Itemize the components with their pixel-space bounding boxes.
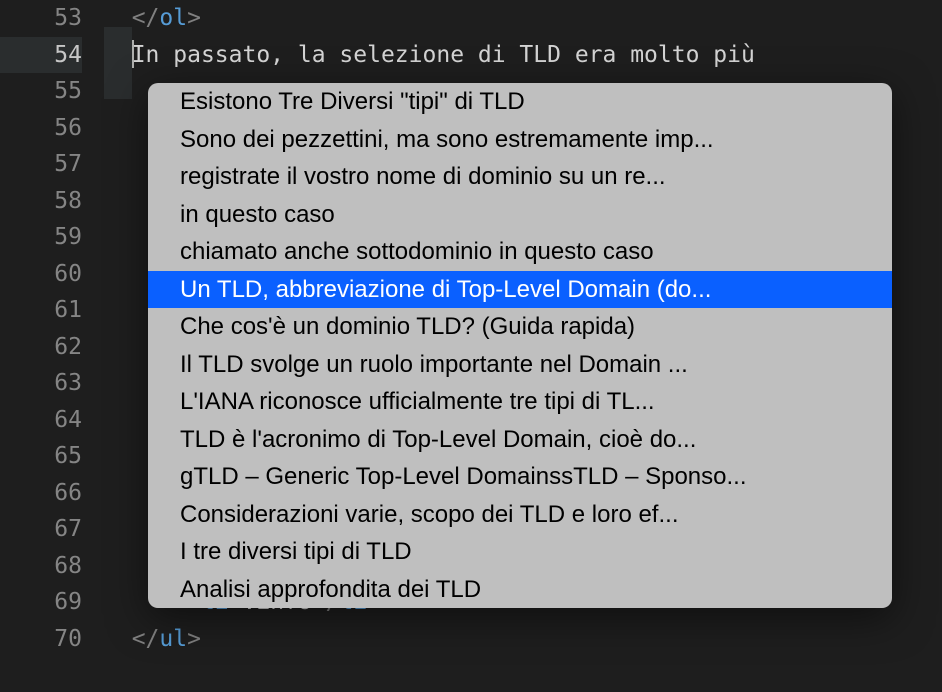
autocomplete-item[interactable]: Che cos'è un dominio TLD? (Guida rapida) xyxy=(148,308,892,346)
line-number: 66 xyxy=(0,475,82,512)
line-number: 63 xyxy=(0,365,82,402)
line-number-gutter: 535455565758596061626364656667686970 xyxy=(0,0,104,692)
line-number: 68 xyxy=(0,548,82,585)
autocomplete-item[interactable]: registrate il vostro nome di dominio su … xyxy=(148,158,892,196)
autocomplete-item[interactable]: I tre diversi tipi di TLD xyxy=(148,533,892,571)
code-line[interactable]: </ol> xyxy=(104,0,942,37)
autocomplete-item[interactable]: Il TLD svolge un ruolo importante nel Do… xyxy=(148,346,892,384)
line-number: 61 xyxy=(0,292,82,329)
line-number: 64 xyxy=(0,402,82,439)
autocomplete-item[interactable]: L'IANA riconosce ufficialmente tre tipi … xyxy=(148,383,892,421)
code-token: ul xyxy=(159,626,187,652)
line-number: 70 xyxy=(0,621,82,658)
code-line[interactable]: In passato, la selezione di TLD era molt… xyxy=(104,37,942,74)
code-token: > xyxy=(187,626,201,652)
line-number: 57 xyxy=(0,146,82,183)
autocomplete-item[interactable]: TLD è l'acronimo di Top-Level Domain, ci… xyxy=(148,421,892,459)
autocomplete-item[interactable]: Considerazioni varie, scopo dei TLD e lo… xyxy=(148,496,892,534)
code-token: </ xyxy=(104,5,159,31)
line-number: 60 xyxy=(0,256,82,293)
autocomplete-item[interactable]: Analisi approfondita dei TLD xyxy=(148,571,892,609)
code-token xyxy=(104,626,132,652)
line-number: 65 xyxy=(0,438,82,475)
line-number: 67 xyxy=(0,511,82,548)
autocomplete-item[interactable]: Un TLD, abbreviazione di Top-Level Domai… xyxy=(148,271,892,309)
code-token xyxy=(104,42,132,68)
autocomplete-item[interactable]: chiamato anche sottodominio in questo ca… xyxy=(148,233,892,271)
autocomplete-item[interactable]: Esistono Tre Diversi "tipi" di TLD xyxy=(148,83,892,121)
code-line[interactable]: </ul> xyxy=(104,621,942,658)
code-token: In passato, la selezione di TLD era molt… xyxy=(132,42,755,68)
autocomplete-item[interactable]: gTLD – Generic Top-Level DomainssTLD – S… xyxy=(148,458,892,496)
autocomplete-item[interactable]: Sono dei pezzettini, ma sono estremament… xyxy=(148,121,892,159)
code-token: ol xyxy=(159,5,187,31)
line-number: 69 xyxy=(0,584,82,621)
line-number: 58 xyxy=(0,183,82,220)
line-number: 55 xyxy=(0,73,82,110)
line-number: 54 xyxy=(0,37,82,74)
autocomplete-popup[interactable]: Esistono Tre Diversi "tipi" di TLDSono d… xyxy=(148,83,892,608)
code-token: > xyxy=(187,5,201,31)
line-number: 59 xyxy=(0,219,82,256)
line-number: 62 xyxy=(0,329,82,366)
line-number: 53 xyxy=(0,0,82,37)
code-token: </ xyxy=(132,626,160,652)
line-number: 56 xyxy=(0,110,82,147)
autocomplete-item[interactable]: in questo caso xyxy=(148,196,892,234)
